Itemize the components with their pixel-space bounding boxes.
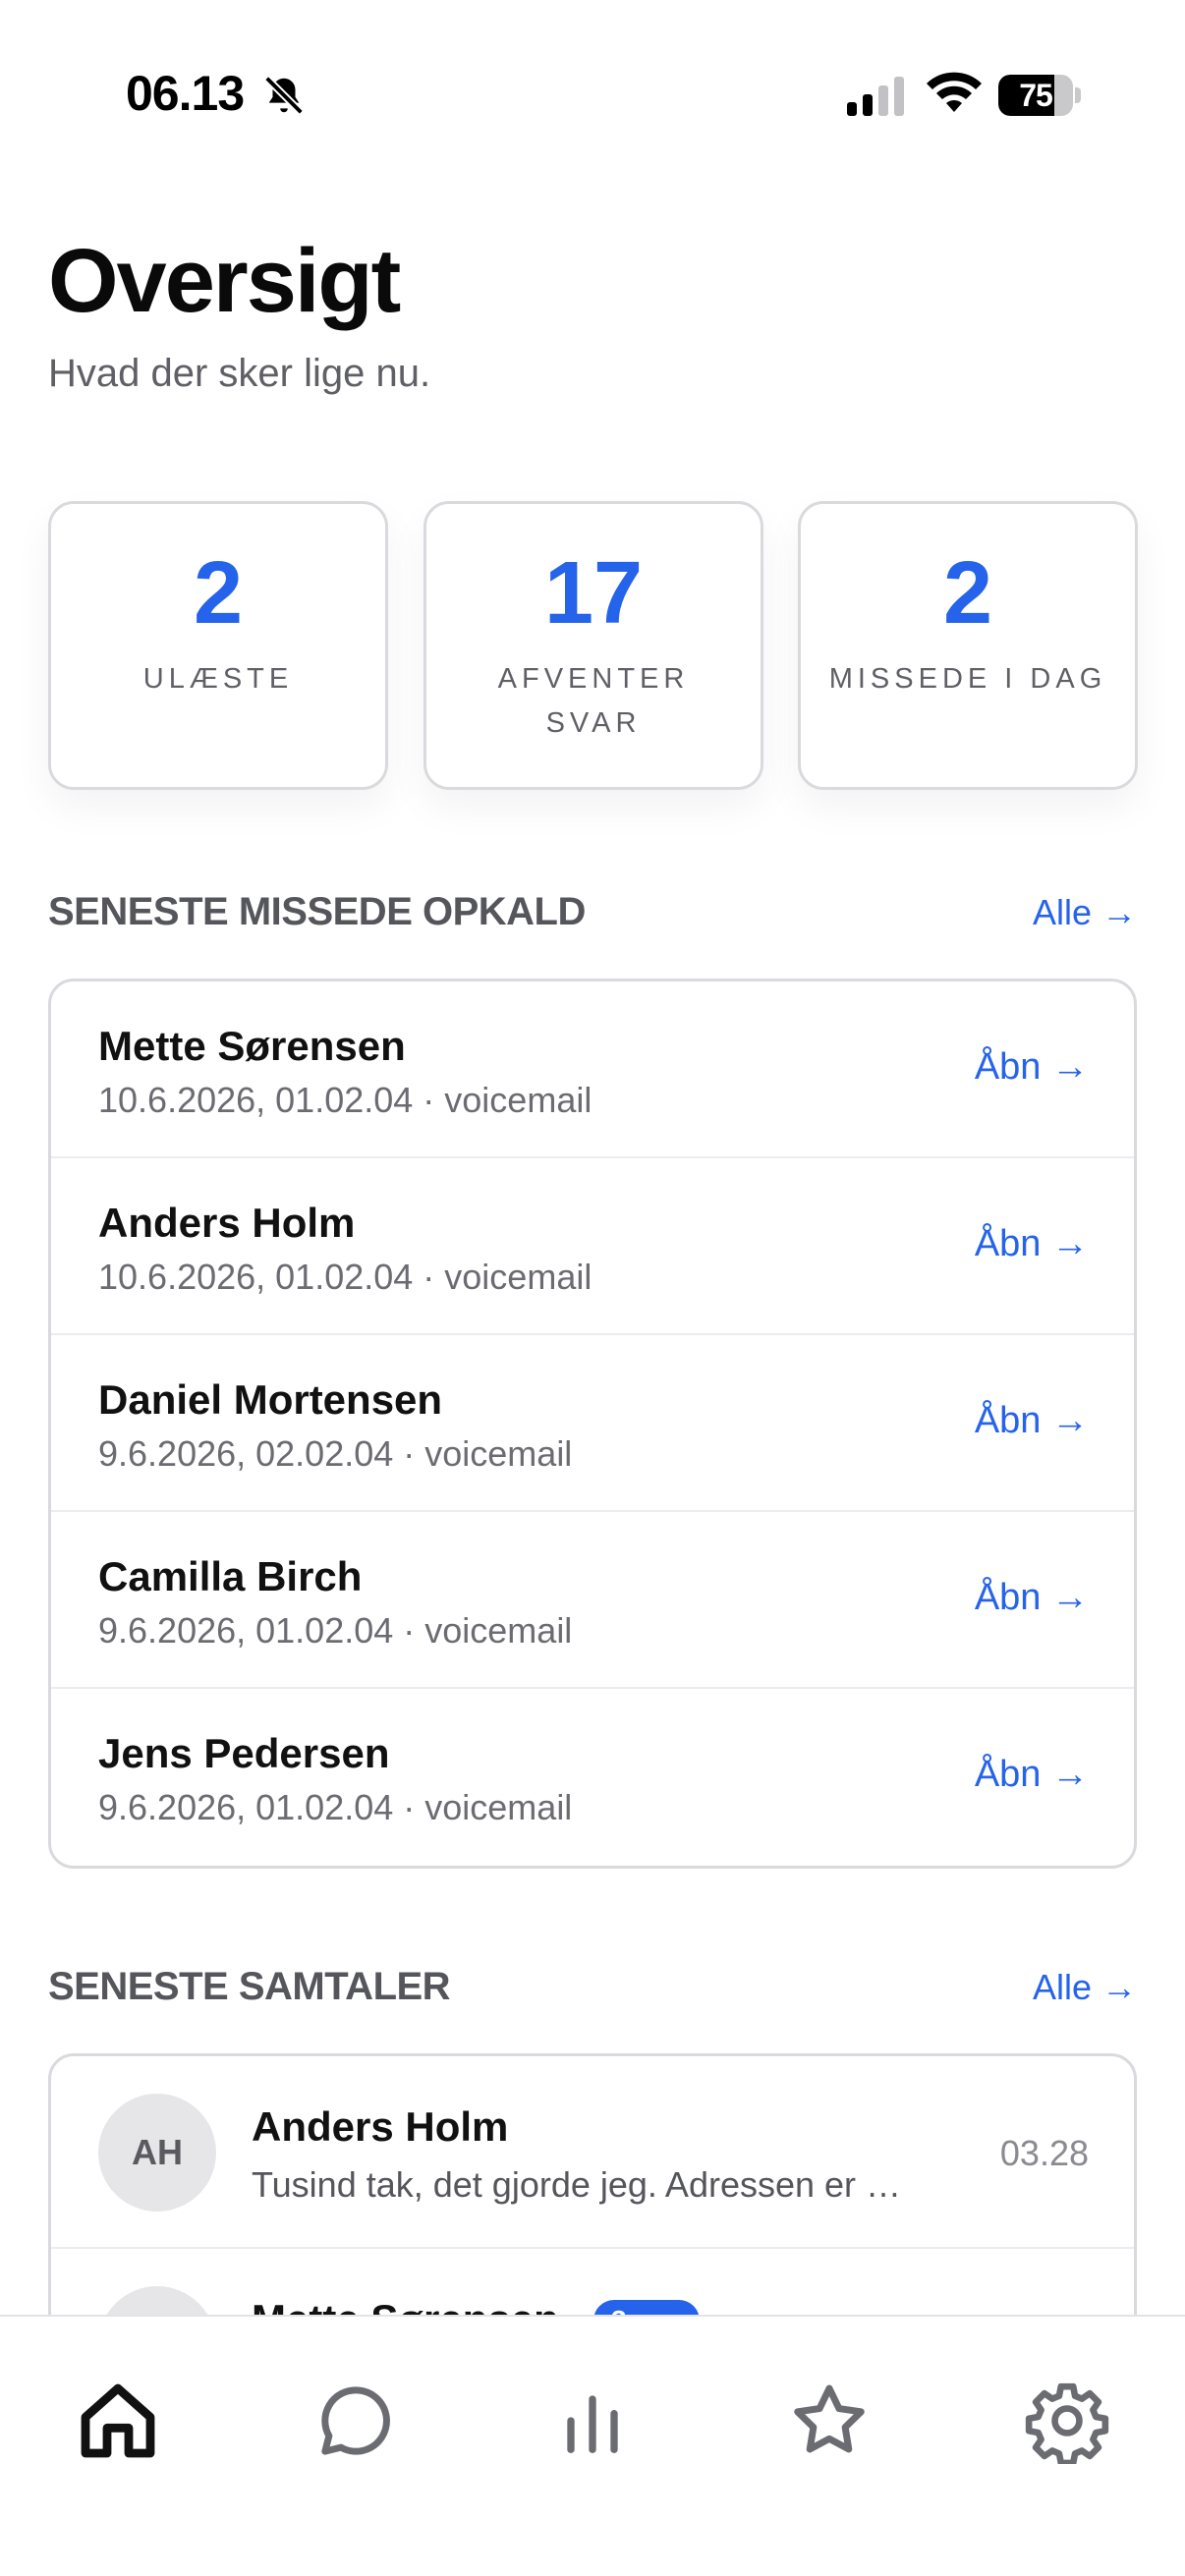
section-title: SENESTE SAMTALER — [48, 1965, 451, 2008]
gear-icon — [1025, 2382, 1109, 2464]
list-item[interactable]: Jens Pedersen 9.6.2026, 01.02.04 · voice… — [51, 1689, 1134, 1866]
open-link[interactable]: Åbn → — [975, 1223, 1089, 1265]
conversations-header: SENESTE SAMTALER Alle → — [48, 1965, 1137, 2024]
status-time: 06.13 — [126, 66, 245, 121]
signal-icon — [847, 77, 904, 116]
open-link[interactable]: Åbn → — [975, 1400, 1089, 1442]
stat-value: 17 — [543, 544, 644, 643]
screen: 06.13 75 Oversigt Hvad der sker lige nu.… — [0, 0, 1185, 2576]
call-meta: 9.6.2026, 01.02.04 · voicemail — [98, 1610, 573, 1651]
list-item[interactable]: Mette Sørensen 10.6.2026, 01.02.04 · voi… — [51, 981, 1134, 1158]
chat-icon — [321, 2386, 390, 2455]
avatar: AH — [98, 2094, 216, 2212]
stat-value: 2 — [193, 544, 244, 643]
missed-calls-list: Mette Sørensen 10.6.2026, 01.02.04 · voi… — [48, 979, 1137, 1869]
wifi-icon — [927, 72, 982, 112]
tab-messages[interactable] — [287, 2368, 424, 2505]
tab-home[interactable] — [49, 2368, 187, 2505]
stats-icon — [567, 2395, 618, 2453]
list-item[interactable]: AH Anders Holm Tusind tak, det gjorde je… — [51, 2056, 1134, 2249]
call-meta: 9.6.2026, 01.02.04 · voicemail — [98, 1787, 573, 1827]
tab-settings[interactable] — [998, 2368, 1136, 2505]
star-icon — [794, 2384, 865, 2453]
stat-card-missed-today[interactable]: 2 MISSEDE I DAG — [798, 501, 1138, 790]
page-subtitle: Hvad der sker lige nu. — [48, 352, 431, 395]
stats-row: 2 ULÆSTE 17 AFVENTER SVAR 2 MISSEDE I DA… — [48, 501, 1138, 790]
bell-slash-icon — [264, 76, 304, 115]
caller-name: Anders Holm — [98, 1200, 356, 1246]
section-title: SENESTE MISSEDE OPKALD — [48, 890, 586, 933]
stat-label: AFVENTER SVAR — [497, 663, 690, 739]
list-item[interactable]: Daniel Mortensen 9.6.2026, 02.02.04 · vo… — [51, 1335, 1134, 1512]
status-bar: 06.13 75 — [0, 0, 1185, 147]
tab-favorites[interactable] — [761, 2368, 898, 2505]
conversations-all-link[interactable]: Alle → — [1033, 1967, 1137, 2008]
call-meta: 10.6.2026, 01.02.04 · voicemail — [98, 1257, 592, 1297]
call-meta: 10.6.2026, 01.02.04 · voicemail — [98, 1080, 592, 1120]
stat-value: 2 — [942, 544, 993, 643]
page-title: Oversigt — [48, 231, 401, 331]
call-meta: 9.6.2026, 02.02.04 · voicemail — [98, 1433, 573, 1474]
open-link[interactable]: Åbn → — [975, 1754, 1089, 1796]
caller-name: Mette Sørensen — [98, 1023, 406, 1069]
missed-calls-all-link[interactable]: Alle → — [1033, 892, 1137, 933]
home-icon — [81, 2383, 155, 2458]
battery-icon: 75 — [998, 75, 1081, 116]
contact-name: Anders Holm — [252, 2103, 509, 2150]
caller-name: Camilla Birch — [98, 1553, 363, 1599]
stat-card-unread[interactable]: 2 ULÆSTE — [48, 501, 388, 790]
missed-calls-header: SENESTE MISSEDE OPKALD Alle → — [48, 890, 1137, 949]
stat-label: MISSEDE I DAG — [828, 663, 1107, 695]
open-link[interactable]: Åbn → — [975, 1577, 1089, 1619]
message-preview: Tusind tak, det gjorde jeg. Adressen er … — [252, 2164, 902, 2205]
stat-card-awaiting-reply[interactable]: 17 AFVENTER SVAR — [423, 501, 763, 790]
tab-bar — [0, 2315, 1185, 2576]
tab-statistics[interactable] — [524, 2368, 661, 2505]
battery-label: 75 — [1019, 78, 1053, 113]
message-time: 03.28 — [999, 2133, 1089, 2173]
caller-name: Daniel Mortensen — [98, 1376, 443, 1423]
list-item[interactable]: Camilla Birch 9.6.2026, 01.02.04 · voice… — [51, 1512, 1134, 1689]
stat-label: ULÆSTE — [142, 663, 294, 695]
caller-name: Jens Pedersen — [98, 1730, 390, 1776]
list-item[interactable]: Anders Holm 10.6.2026, 01.02.04 · voicem… — [51, 1158, 1134, 1335]
open-link[interactable]: Åbn → — [975, 1046, 1089, 1089]
